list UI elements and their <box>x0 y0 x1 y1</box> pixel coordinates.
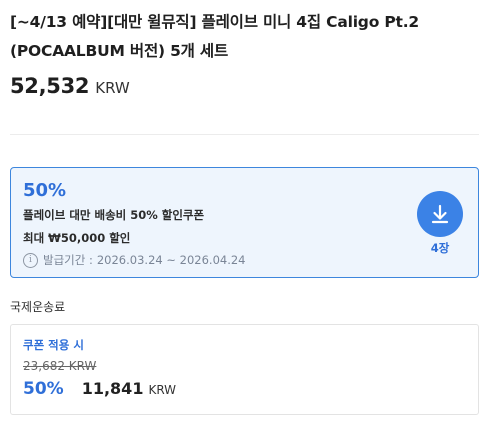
shipping-currency: KRW <box>148 383 177 397</box>
divider <box>10 134 479 135</box>
coupon-discount: 50% <box>23 180 67 201</box>
shipping-discount: 50% <box>23 379 64 399</box>
coupon-period-value: 2026.03.24 ~ 2026.04.24 <box>96 253 246 267</box>
price-currency: KRW <box>95 79 130 97</box>
price-row: 52,532 KRW <box>10 74 130 98</box>
product-price: 52,532 <box>10 74 90 98</box>
shipping-original-price: 23,682 KRW <box>23 359 97 373</box>
download-arrow-icon <box>431 204 449 224</box>
coupon-period: i 발급기간 : 2026.03.24 ~ 2026.04.24 <box>23 252 246 268</box>
product-title: [~4/13 예약][대만 윌뮤직] 플레이브 미니 4집 Caligo Pt.… <box>10 13 419 60</box>
coupon-download-button[interactable] <box>417 191 463 237</box>
shipping-final-price: 11,841 <box>81 379 144 398</box>
coupon-name: 플레이브 대만 배송비 50% 할인쿠폰 <box>23 208 205 222</box>
shipping-final-row: 50% 11,841 KRW <box>23 379 176 399</box>
info-icon: i <box>23 252 38 268</box>
shipping-label: 국제운송료 <box>10 300 66 314</box>
coupon-period-label: 발급기간 : <box>43 253 93 267</box>
coupon-applied-label: 쿠폰 적용 시 <box>23 338 84 352</box>
coupon-max-discount: 최대 ₩50,000 할인 <box>23 231 131 245</box>
coupon-count: 4장 <box>430 241 450 255</box>
shipping-card: 쿠폰 적용 시 23,682 KRW 50% 11,841 KRW <box>10 324 479 415</box>
coupon-card: 50% 플레이브 대만 배송비 50% 할인쿠폰 최대 ₩50,000 할인 i… <box>10 167 479 278</box>
